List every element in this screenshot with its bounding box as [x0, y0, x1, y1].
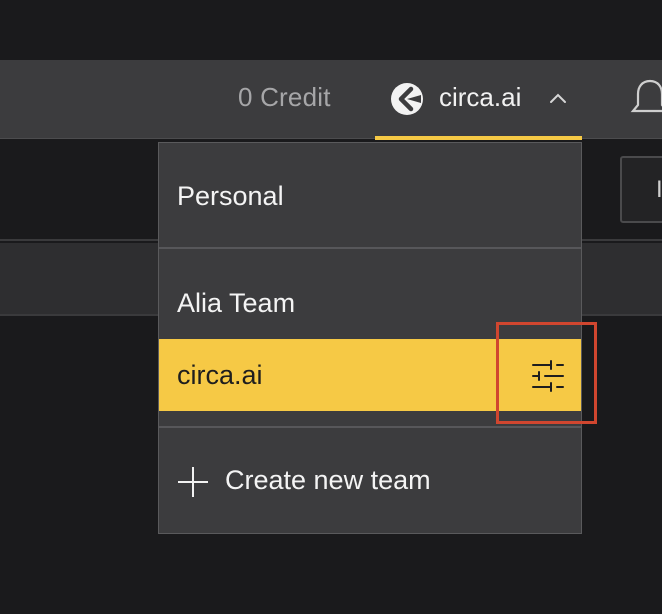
top-header: 0 Credit circa.ai [0, 60, 662, 140]
background-button-label: I [656, 176, 662, 203]
menu-item-personal[interactable]: Personal [159, 143, 581, 249]
circa-logo-icon [391, 83, 423, 115]
chevron-up-icon [550, 93, 566, 103]
plus-icon [178, 467, 208, 497]
team-dropdown-menu: Personal Alia Team circa.ai Create new t… [158, 142, 582, 534]
current-team-name: circa.ai [439, 82, 522, 112]
background-button[interactable]: I [620, 156, 662, 223]
menu-divider [159, 426, 581, 428]
credit-balance: 0 Credit [238, 82, 331, 112]
bell-icon[interactable] [630, 77, 662, 121]
team-switcher[interactable]: circa.ai [375, 60, 582, 140]
create-team-button[interactable]: Create new team [159, 430, 581, 534]
menu-item-alia-team[interactable]: Alia Team [159, 251, 581, 339]
menu-item-circa-ai[interactable]: circa.ai [159, 339, 581, 411]
sliders-icon[interactable] [531, 359, 565, 393]
menu-item-label: circa.ai [177, 360, 263, 390]
app-stage: 0 Credit circa.ai I Personal Alia Team c… [0, 0, 662, 614]
create-team-label: Create new team [225, 465, 431, 495]
